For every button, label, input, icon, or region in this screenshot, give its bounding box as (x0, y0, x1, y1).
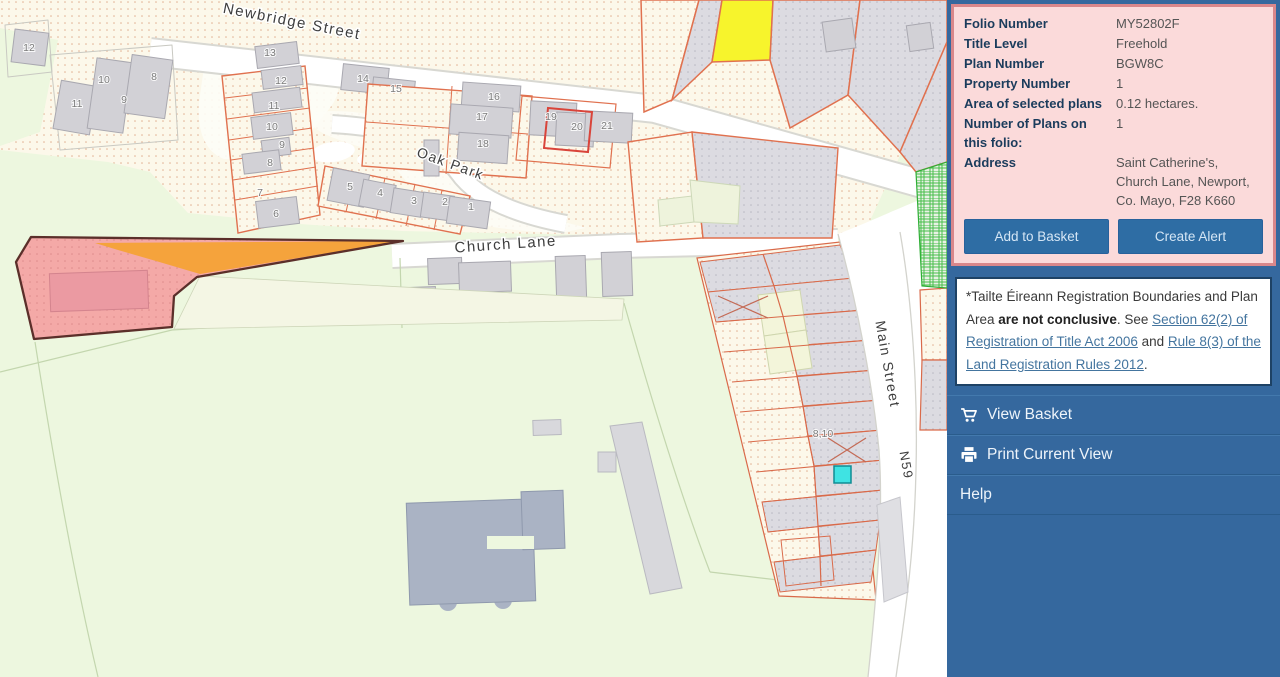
plan-marker (834, 466, 851, 483)
folio-info-grid: Folio Number MY52802F Title Level Freeho… (964, 14, 1263, 210)
graveyard-grid (916, 162, 947, 288)
svg-text:1: 1 (468, 201, 474, 213)
disclaimer-bold: are not conclusive (998, 312, 1117, 327)
folio-info-panel: Folio Number MY52802F Title Level Freeho… (951, 4, 1276, 266)
property-number-label: Property Number (964, 74, 1112, 93)
plans-count-value: 1 (1116, 114, 1263, 152)
disclaimer-box: *Tailte Éireann Registration Boundaries … (955, 277, 1272, 386)
sidebar-menu: View Basket Print Current View Help (947, 395, 1280, 515)
cart-icon (960, 406, 987, 424)
svg-text:12: 12 (23, 42, 35, 54)
svg-text:8: 8 (267, 157, 273, 169)
create-alert-button[interactable]: Create Alert (1118, 219, 1263, 254)
map-svg: Newbridge StreetOak ParkChurch LaneMain … (0, 0, 947, 677)
title-level-label: Title Level (964, 34, 1112, 53)
menu-item-label: Help (960, 486, 992, 504)
svg-text:10: 10 (266, 121, 278, 133)
svg-text:6: 6 (273, 208, 279, 220)
svg-text:9: 9 (279, 139, 285, 151)
svg-text:8,10: 8,10 (813, 428, 834, 440)
map-viewport[interactable]: Newbridge StreetOak ParkChurch LaneMain … (0, 0, 947, 677)
area-label: Area of selected plans (964, 94, 1112, 113)
disclaimer-text-end: . (1144, 357, 1148, 372)
menu-item-label: View Basket (987, 406, 1072, 424)
svg-text:11: 11 (72, 98, 83, 110)
address-value: Saint Catherine's, Church Lane, Newport,… (1116, 153, 1263, 210)
svg-text:8: 8 (151, 71, 157, 83)
plans-count-label: Number of Plans on this folio: (964, 114, 1112, 152)
menu-item-label: Print Current View (987, 446, 1112, 464)
folio-number-value: MY52802F (1116, 14, 1263, 33)
svg-text:10: 10 (98, 74, 110, 86)
menu-item-help[interactable]: Help (947, 475, 1280, 515)
svg-text:18: 18 (477, 138, 489, 150)
svg-text:5: 5 (347, 181, 353, 193)
folio-number-label: Folio Number (964, 14, 1112, 33)
svg-text:14: 14 (357, 73, 369, 85)
address-label: Address (964, 153, 1112, 210)
svg-text:3: 3 (411, 195, 417, 207)
highlighted-yellow-parcel (712, 0, 773, 62)
svg-text:13: 13 (264, 47, 276, 59)
svg-text:7: 7 (257, 187, 263, 199)
sidebar: Folio Number MY52802F Title Level Freeho… (947, 0, 1280, 677)
svg-text:16: 16 (488, 91, 500, 103)
svg-text:4: 4 (377, 187, 383, 199)
disclaimer-mid2: and (1138, 334, 1168, 349)
svg-text:9: 9 (121, 94, 127, 106)
menu-item-print-current-view[interactable]: Print Current View (947, 435, 1280, 475)
selected-parcel-building (49, 270, 148, 311)
svg-text:12: 12 (275, 75, 287, 87)
property-number-value: 1 (1116, 74, 1263, 93)
mid-parcels (628, 132, 838, 242)
area-value: 0.12 hectares. (1116, 94, 1263, 113)
app-root: Newbridge StreetOak ParkChurch LaneMain … (0, 0, 1280, 677)
add-to-basket-button[interactable]: Add to Basket (964, 219, 1109, 254)
svg-text:11: 11 (269, 100, 280, 112)
plan-number-value: BGW8C (1116, 54, 1263, 73)
title-level-value: Freehold (1116, 34, 1263, 53)
svg-text:19: 19 (545, 111, 557, 123)
disclaimer-mid1: . See (1117, 312, 1152, 327)
printer-icon (960, 446, 987, 464)
menu-item-view-basket[interactable]: View Basket (947, 395, 1280, 435)
plan-number-label: Plan Number (964, 54, 1112, 73)
svg-text:15: 15 (390, 83, 402, 95)
panel-buttons: Add to Basket Create Alert (964, 219, 1263, 254)
svg-text:21: 21 (601, 120, 613, 132)
svg-text:17: 17 (476, 111, 488, 123)
svg-text:2: 2 (442, 196, 448, 208)
svg-text:20: 20 (571, 121, 583, 133)
